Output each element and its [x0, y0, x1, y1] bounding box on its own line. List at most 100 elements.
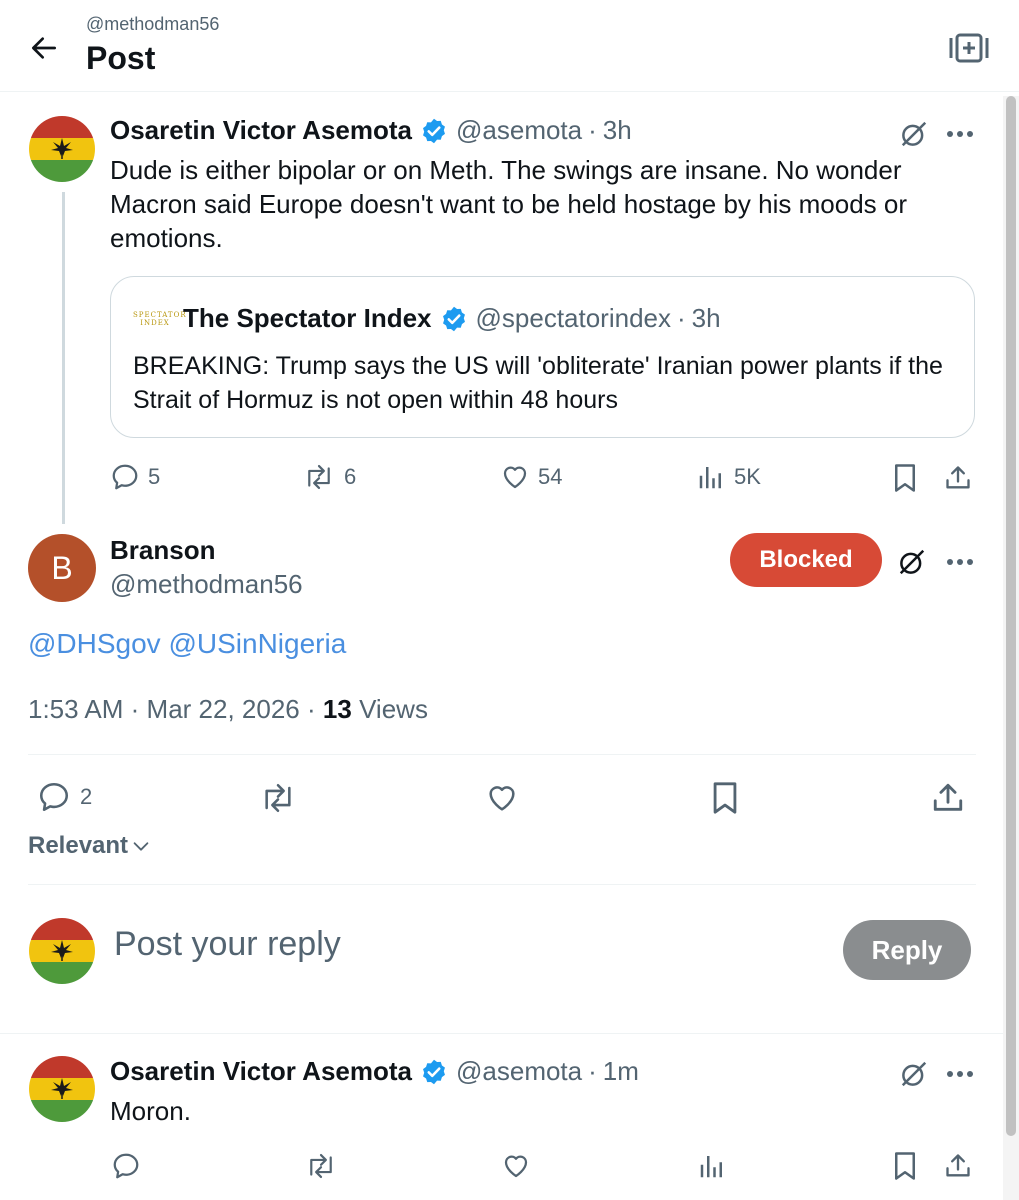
reply-icon — [113, 1153, 139, 1179]
like-icon — [503, 466, 527, 489]
avatar[interactable] — [29, 116, 95, 182]
quote-text: BREAKING: Trump says the US will 'oblite… — [133, 352, 943, 414]
post-text: Moron. — [110, 1096, 191, 1126]
post-date[interactable]: Mar 22, 2026 — [147, 694, 300, 724]
reply-icon — [39, 782, 69, 812]
chevron-down-icon — [133, 842, 149, 851]
separator-dot: · — [307, 694, 316, 724]
top-bar: @methodman56 Post — [0, 0, 1019, 92]
like-button[interactable]: 54 — [500, 462, 562, 492]
my-avatar[interactable] — [29, 918, 95, 984]
view-count: 5K — [734, 464, 761, 489]
separator-dot: · — [588, 1056, 597, 1086]
post-metadata: 1:53 AM · Mar 22, 2026 · 13 Views — [28, 694, 428, 725]
thread-line — [62, 192, 65, 524]
reply-count: 5 — [148, 464, 161, 489]
repost-icon — [310, 1153, 332, 1179]
verified-badge-icon — [420, 117, 448, 145]
repost-button[interactable] — [302, 1148, 340, 1184]
like-button[interactable] — [482, 778, 522, 818]
bookmark-button[interactable] — [888, 460, 922, 496]
sort-label: Relevant — [28, 832, 129, 859]
grok-icon — [901, 121, 927, 147]
reply-icon — [112, 464, 138, 490]
repost-icon — [308, 464, 330, 490]
parent-post-header: Osaretin Victor Asemota @asemota · 3h — [110, 115, 632, 146]
views-icon — [700, 1156, 722, 1178]
sort-dropdown[interactable]: Relevant — [28, 832, 152, 860]
grok-button[interactable] — [892, 542, 932, 582]
grok-icon — [899, 549, 925, 575]
more-button[interactable] — [940, 542, 980, 582]
reply-post-header: Osaretin Victor Asemota @asemota · 1m — [110, 1056, 639, 1087]
share-button[interactable] — [940, 460, 976, 496]
reply-submit-button[interactable]: Reply — [843, 920, 971, 980]
blocked-button[interactable]: Blocked — [730, 533, 882, 587]
page-title: Post — [86, 40, 156, 76]
scrollbar-thumb[interactable] — [1006, 96, 1016, 1136]
reply-button[interactable] — [108, 1148, 144, 1184]
views-label: Views — [359, 694, 428, 724]
verified-badge-icon — [420, 1058, 448, 1086]
reply-button[interactable]: 5 — [110, 462, 160, 492]
back-button[interactable] — [24, 28, 64, 68]
separator-dot: · — [130, 694, 140, 724]
avatar[interactable] — [29, 1056, 95, 1122]
more-button[interactable] — [940, 114, 980, 154]
divider — [28, 754, 976, 755]
verified-badge-icon — [440, 305, 468, 333]
quoted-post[interactable]: SPECTATOR INDEX The Spectator Index @spe… — [110, 276, 975, 438]
repost-count: 6 — [344, 464, 357, 489]
quote-author-handle: @spectatorindex — [475, 303, 672, 333]
view-count: 13 — [322, 694, 352, 724]
mention-link[interactable]: @DHSgov — [28, 628, 161, 659]
separator-dot: · — [677, 303, 686, 333]
author-name[interactable]: Branson — [110, 535, 215, 566]
views-button[interactable]: 5K — [696, 462, 761, 492]
author-name[interactable]: Osaretin Victor Asemota — [110, 115, 412, 146]
quote-header: The Spectator Index @spectatorindex · 3h — [183, 303, 721, 334]
divider — [0, 1033, 1003, 1034]
repost-button[interactable] — [256, 778, 300, 818]
bookmark-icon — [895, 1152, 915, 1180]
reader-mode-button[interactable] — [947, 28, 991, 68]
like-count: 54 — [538, 464, 563, 489]
author-handle[interactable]: @asemota — [456, 1056, 582, 1087]
repost-button[interactable]: 6 — [302, 462, 356, 492]
grok-button[interactable] — [894, 114, 934, 154]
post-mentions: @DHSgov @USinNigeria — [28, 628, 346, 660]
author-name[interactable]: Osaretin Victor Asemota — [110, 1056, 412, 1087]
views-button[interactable] — [694, 1148, 730, 1184]
mention-link[interactable]: @USinNigeria — [168, 628, 346, 659]
quote-time: 3h — [691, 303, 721, 333]
share-icon — [933, 783, 963, 811]
header-handle: @methodman56 — [86, 14, 220, 34]
back-arrow-icon — [32, 37, 56, 59]
share-button[interactable] — [928, 778, 968, 818]
share-button[interactable] — [940, 1148, 976, 1184]
reply-count: 2 — [80, 784, 93, 809]
views-icon — [699, 467, 721, 489]
more-icon — [947, 559, 973, 565]
reply-input[interactable]: Post your reply — [114, 925, 341, 964]
bookmark-button[interactable] — [888, 1148, 922, 1184]
bookmark-icon — [713, 782, 737, 814]
like-button[interactable] — [498, 1148, 534, 1184]
post-text: Dude is either bipolar or on Meth. The s… — [110, 155, 907, 253]
avatar[interactable]: B — [28, 534, 96, 602]
more-icon — [947, 1071, 973, 1077]
post-time[interactable]: 3h — [603, 115, 632, 146]
author-handle[interactable]: @asemota — [456, 115, 582, 146]
share-icon — [946, 1154, 970, 1177]
reply-button[interactable]: 2 — [36, 780, 92, 814]
like-icon — [504, 1155, 528, 1178]
share-icon — [946, 466, 970, 489]
repost-icon — [265, 783, 291, 813]
bookmark-button[interactable] — [706, 778, 744, 818]
more-button[interactable] — [940, 1054, 980, 1094]
post-time[interactable]: 1m — [603, 1056, 639, 1087]
author-handle[interactable]: @methodman56 — [110, 569, 303, 600]
grok-button[interactable] — [894, 1054, 934, 1094]
like-icon — [489, 786, 515, 811]
post-time[interactable]: 1:53 AM — [28, 694, 123, 724]
